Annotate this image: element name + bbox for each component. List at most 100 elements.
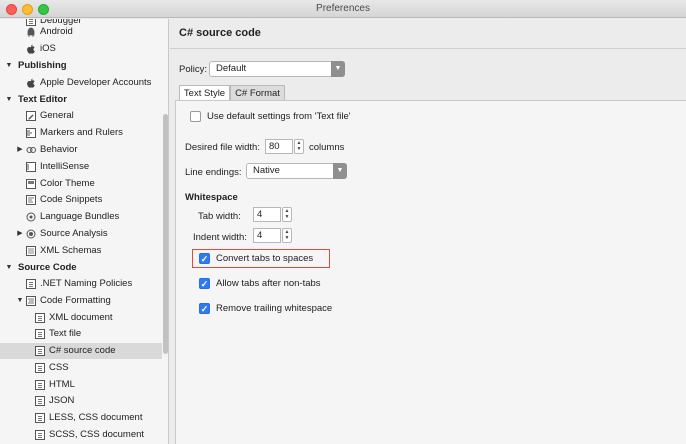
- sidebar-item-label: Apple Developer Accounts: [40, 77, 152, 88]
- line-endings-dropdown[interactable]: Native ▼: [246, 163, 347, 179]
- whitespace-heading: Whitespace: [185, 192, 238, 203]
- snippet-icon: [26, 195, 36, 205]
- sidebar-item-source-code[interactable]: ▼ Source Code: [0, 260, 162, 276]
- preferences-window: Preferences Debugger Android iOS ▼ Publi…: [0, 0, 686, 444]
- document-icon: [35, 363, 45, 373]
- sidebar-item-label: Source Analysis: [40, 228, 108, 239]
- sidebar-item-label: HTML: [49, 379, 75, 390]
- sidebar-scroll-thumb[interactable]: [163, 114, 168, 354]
- document-icon: [26, 279, 36, 289]
- sidebar-item-label: CSS: [49, 362, 69, 373]
- minimize-window-button[interactable]: [22, 4, 33, 15]
- close-window-button[interactable]: [6, 4, 17, 15]
- divider: [170, 48, 686, 49]
- schema-icon: [26, 246, 36, 256]
- document-icon: [35, 346, 45, 356]
- use-default-checkbox[interactable]: [190, 111, 201, 122]
- sidebar-item-label: XML document: [49, 312, 113, 323]
- allow-tabs-checkbox[interactable]: ✓: [199, 278, 210, 289]
- sidebar-item-behavior[interactable]: ▶ Behavior: [0, 142, 162, 158]
- sidebar-tree: Debugger Android iOS ▼ Publishing Apple …: [0, 19, 169, 444]
- document-icon: [35, 329, 45, 339]
- tab-width-stepper[interactable]: ▲ ▼: [282, 207, 292, 222]
- sidebar-item-label: Text file: [49, 328, 82, 339]
- tab-width-input[interactable]: 4: [253, 207, 281, 222]
- sidebar-item-label: Android: [40, 26, 73, 37]
- sidebar-item-label: Markers and Rulers: [40, 127, 123, 138]
- sidebar-item-code-snippets[interactable]: Code Snippets: [0, 192, 162, 208]
- sidebar-item-label: .NET Naming Policies: [40, 278, 133, 289]
- sidebar-item-xml-document[interactable]: XML document: [0, 310, 162, 326]
- sidebar-item-ios[interactable]: iOS: [0, 41, 162, 57]
- disclosure-collapsed-icon[interactable]: ▶: [16, 226, 24, 242]
- behavior-icon: [26, 145, 36, 155]
- document-icon: [35, 430, 45, 440]
- sidebar-item-source-analysis[interactable]: ▶ Source Analysis: [0, 226, 162, 242]
- desired-width-input[interactable]: 80: [265, 139, 293, 154]
- disclosure-expanded-icon[interactable]: ▼: [5, 260, 13, 276]
- color-theme-icon: [26, 179, 36, 189]
- source-analysis-icon: [26, 229, 36, 239]
- disclosure-expanded-icon[interactable]: ▼: [5, 58, 13, 74]
- intellisense-icon: [26, 162, 36, 172]
- stepper-down-icon[interactable]: ▼: [283, 214, 291, 220]
- sidebar-item-label: Behavior: [40, 144, 78, 155]
- sidebar-item-text-editor[interactable]: ▼ Text Editor: [0, 92, 162, 108]
- formatting-icon: [26, 296, 36, 306]
- sidebar-item-json[interactable]: JSON: [0, 393, 162, 409]
- sidebar-item-color-theme[interactable]: Color Theme: [0, 176, 162, 192]
- line-endings-value: Native: [253, 165, 280, 176]
- disclosure-expanded-icon[interactable]: ▼: [5, 92, 13, 108]
- line-endings-label: Line endings:: [185, 167, 242, 178]
- sidebar-item-label: Text Editor: [18, 94, 67, 105]
- policy-dropdown[interactable]: Default ▼: [209, 61, 345, 77]
- android-icon: [26, 27, 36, 37]
- document-icon: [35, 380, 45, 390]
- sidebar-item-general[interactable]: General: [0, 108, 162, 124]
- settings-pane: C# source code Policy: Default ▼ Text St…: [170, 19, 686, 444]
- sidebar-item-label: iOS: [40, 43, 56, 54]
- use-default-label: Use default settings from 'Text file': [207, 111, 351, 122]
- chevron-down-icon: ▼: [331, 61, 345, 77]
- stepper-down-icon[interactable]: ▼: [295, 146, 303, 152]
- sidebar-item-html[interactable]: HTML: [0, 377, 162, 393]
- sidebar-item-xml-schemas[interactable]: XML Schemas: [0, 243, 162, 259]
- disclosure-expanded-icon[interactable]: ▼: [16, 293, 24, 309]
- policy-label: Policy:: [179, 64, 207, 75]
- sidebar-item-code-formatting[interactable]: ▼ Code Formatting: [0, 293, 162, 309]
- sidebar-item-less-css-document[interactable]: LESS, CSS document: [0, 410, 162, 426]
- indent-width-stepper[interactable]: ▲ ▼: [282, 228, 292, 243]
- sidebar-item-label: Color Theme: [40, 178, 95, 189]
- page-title: C# source code: [179, 27, 261, 39]
- convert-tabs-checkbox[interactable]: ✓: [199, 253, 210, 264]
- disclosure-collapsed-icon[interactable]: ▶: [16, 142, 24, 158]
- apple-icon: [26, 78, 36, 88]
- remove-trailing-checkbox[interactable]: ✓: [199, 303, 210, 314]
- sidebar-item-label: C# source code: [49, 345, 116, 356]
- sidebar-item-scss-css-document[interactable]: SCSS, CSS document: [0, 427, 162, 443]
- text-style-panel: Use default settings from 'Text file' De…: [175, 100, 686, 444]
- indent-width-input[interactable]: 4: [253, 228, 281, 243]
- sidebar-item-csharp-source-code[interactable]: C# source code: [0, 343, 162, 359]
- desired-width-label: Desired file width:: [185, 142, 260, 153]
- sidebar-item-label: LESS, CSS document: [49, 412, 143, 423]
- document-icon: [35, 396, 45, 406]
- sidebar-item-language-bundles[interactable]: Language Bundles: [0, 209, 162, 225]
- sidebar-item-label: General: [40, 110, 74, 121]
- sidebar-item-markers-and-rulers[interactable]: Markers and Rulers: [0, 125, 162, 141]
- sidebar-item-apple-developer-accounts[interactable]: Apple Developer Accounts: [0, 75, 162, 91]
- sidebar-item-publishing[interactable]: ▼ Publishing: [0, 58, 162, 74]
- sidebar-item-intellisense[interactable]: IntelliSense: [0, 159, 162, 175]
- tab-csharp-format[interactable]: C# Format: [230, 85, 285, 101]
- zoom-window-button[interactable]: [38, 4, 49, 15]
- title-bar: Preferences: [0, 0, 686, 18]
- sidebar-item-css[interactable]: CSS: [0, 360, 162, 376]
- sidebar-item-android[interactable]: Android: [0, 24, 162, 40]
- tab-text-style[interactable]: Text Style: [179, 85, 230, 101]
- desired-width-stepper[interactable]: ▲ ▼: [294, 139, 304, 154]
- sidebar-item-net-naming-policies[interactable]: .NET Naming Policies: [0, 276, 162, 292]
- sidebar-item-text-file[interactable]: Text file: [0, 326, 162, 342]
- remove-trailing-label: Remove trailing whitespace: [216, 303, 333, 314]
- sidebar-item-label: Publishing: [18, 60, 67, 71]
- stepper-down-icon[interactable]: ▼: [283, 235, 291, 241]
